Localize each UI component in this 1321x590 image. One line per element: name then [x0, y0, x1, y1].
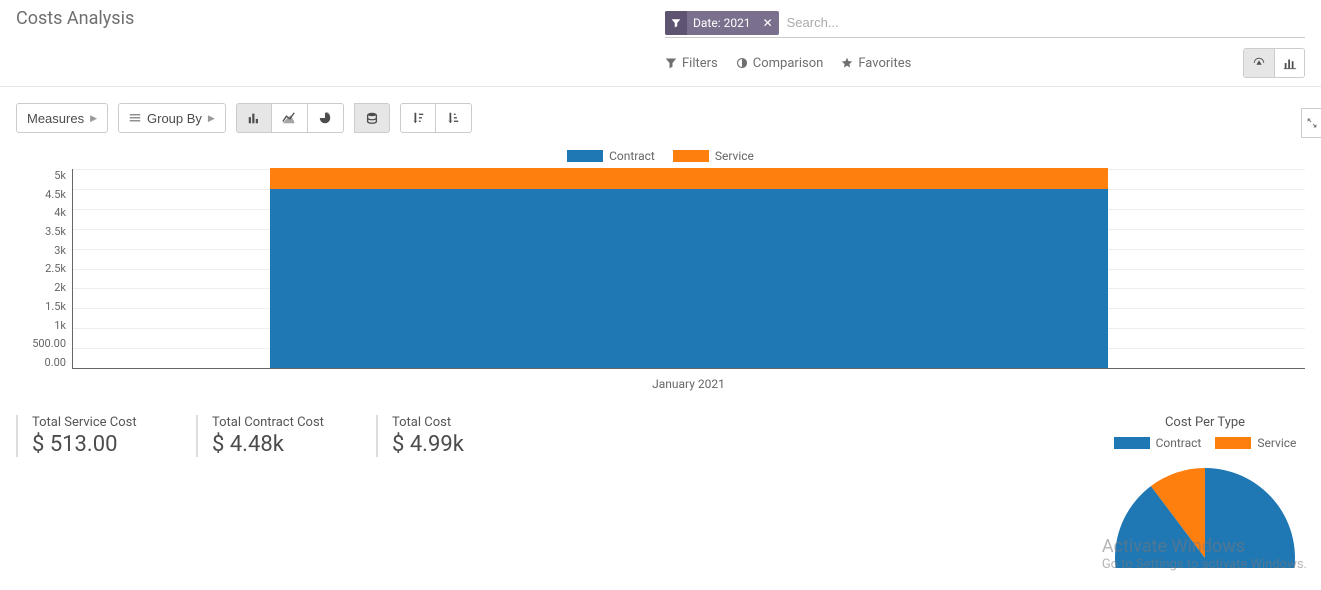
funnel-icon: [665, 11, 687, 35]
stat-value: $ 4.48k: [212, 432, 362, 457]
stat-value: $ 513.00: [32, 432, 182, 457]
swatch-icon: [1215, 437, 1251, 449]
stat-label: Total Service Cost: [32, 415, 182, 430]
chart-legend: Contract Service: [16, 149, 1305, 163]
stat-label: Total Contract Cost: [212, 415, 362, 430]
dashboard-view-button[interactable]: [1244, 49, 1274, 77]
star-icon: [841, 57, 853, 69]
favorites-button[interactable]: Favorites: [841, 56, 911, 71]
search-bar[interactable]: Date: 2021 ✕: [665, 8, 1305, 38]
search-input[interactable]: [783, 11, 1305, 34]
caret-right-icon: ▶: [208, 113, 215, 124]
chart-plot[interactable]: [72, 169, 1305, 369]
pie-block: Cost Per Type Contract Service: [1105, 415, 1305, 568]
sort-group: [400, 103, 472, 133]
line-chart-button[interactable]: [272, 103, 308, 133]
bar-chart-button[interactable]: [236, 103, 272, 133]
legend-item-contract[interactable]: Contract: [1114, 436, 1202, 450]
filter-pill-label: Date: 2021: [687, 16, 757, 30]
stacked-button[interactable]: [354, 103, 390, 133]
legend-label: Contract: [609, 149, 655, 163]
pie-chart-button[interactable]: [308, 103, 344, 133]
measures-button[interactable]: Measures ▶: [16, 103, 108, 133]
measures-label: Measures: [27, 111, 84, 126]
caret-right-icon: ▶: [90, 113, 97, 124]
swatch-icon: [1114, 437, 1150, 449]
stat-total-service-cost: Total Service Cost $ 513.00: [16, 415, 196, 457]
active-filter-pill[interactable]: Date: 2021 ✕: [665, 11, 779, 35]
legend-item-contract[interactable]: Contract: [567, 149, 655, 163]
stat-total-contract-cost: Total Contract Cost $ 4.48k: [196, 415, 376, 457]
comparison-button[interactable]: Comparison: [736, 56, 824, 71]
group-by-label: Group By: [147, 111, 202, 126]
funnel-icon: [665, 57, 677, 69]
half-circle-icon: [736, 57, 748, 69]
swatch-icon: [673, 150, 709, 162]
stat-value: $ 4.99k: [392, 432, 542, 457]
legend-item-service[interactable]: Service: [1215, 436, 1296, 450]
swatch-icon: [567, 150, 603, 162]
expand-button[interactable]: [1301, 108, 1321, 138]
filters-label: Filters: [682, 56, 718, 71]
stack-group: [354, 103, 390, 133]
x-axis-label: January 2021: [16, 377, 1305, 391]
pie-legend: Contract Service: [1105, 436, 1305, 450]
sort-desc-button[interactable]: [400, 103, 436, 133]
page-title: Costs Analysis: [16, 8, 134, 29]
group-by-button[interactable]: Group By ▶: [118, 103, 226, 133]
close-icon[interactable]: ✕: [757, 16, 779, 30]
legend-item-service[interactable]: Service: [673, 149, 754, 163]
stat-label: Total Cost: [392, 415, 542, 430]
favorites-label: Favorites: [858, 56, 911, 71]
filters-button[interactable]: Filters: [665, 56, 718, 71]
pie-title: Cost Per Type: [1105, 415, 1305, 430]
legend-label: Contract: [1156, 436, 1202, 450]
pie-chart[interactable]: [1105, 458, 1305, 568]
legend-label: Service: [1257, 436, 1296, 450]
bar-stack[interactable]: [270, 168, 1108, 368]
stat-total-cost: Total Cost $ 4.99k: [376, 415, 556, 457]
graph-view-button[interactable]: [1274, 49, 1304, 77]
sort-asc-button[interactable]: [436, 103, 472, 133]
y-axis: 5k4.5k4k3.5k3k2.5k2k1.5k1k500.000.00: [16, 169, 72, 369]
comparison-label: Comparison: [753, 56, 824, 71]
view-switcher: [1243, 48, 1305, 78]
legend-label: Service: [715, 149, 754, 163]
list-icon: [129, 112, 141, 124]
chart-type-group: [236, 103, 344, 133]
